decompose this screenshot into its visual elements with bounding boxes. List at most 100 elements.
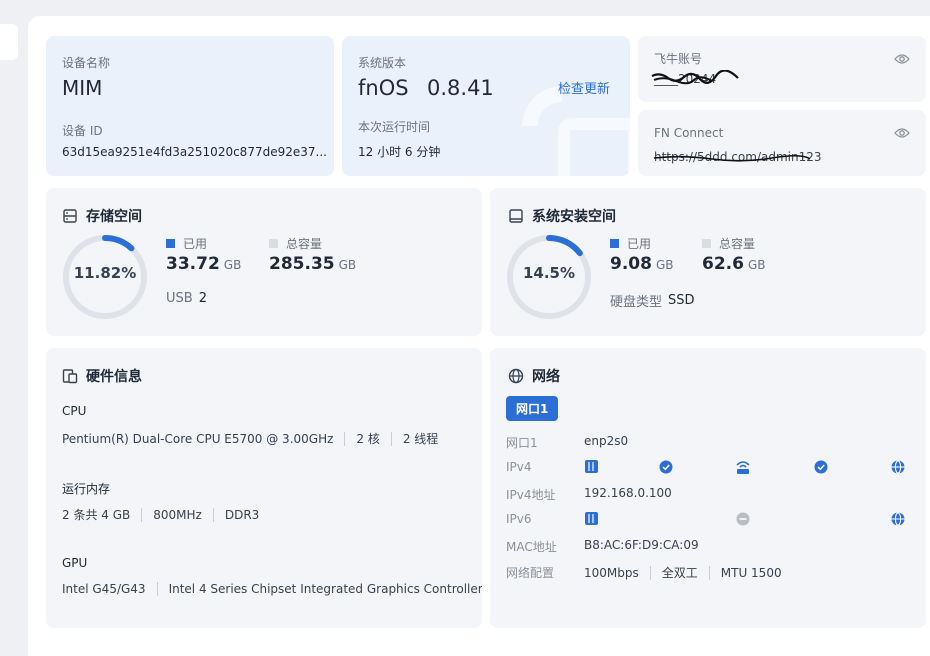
- divider: [156, 582, 158, 596]
- device-card: 设备名称 MIM 设备 ID 63d15ea9251e4fd3a251020c8…: [46, 36, 334, 176]
- gpu-label: GPU: [62, 556, 88, 570]
- nas-icon: [585, 460, 598, 473]
- system-version-label: 系统版本: [358, 56, 407, 70]
- ipv6-label: IPv6: [506, 512, 532, 526]
- cpu-label: CPU: [62, 404, 87, 418]
- globe-icon: [891, 460, 905, 474]
- divider: [708, 565, 710, 580]
- eye-icon[interactable]: [894, 53, 910, 65]
- fn-connect-label: FN Connect: [654, 126, 724, 140]
- link-speed: 100Mbps: [584, 565, 639, 580]
- account-label: 飞牛账号: [654, 52, 703, 66]
- system-storage-percent: 14.5%: [522, 264, 576, 282]
- gpu-details: Intel G45/G43 Intel 4 Series Chipset Int…: [62, 582, 482, 596]
- eye-icon[interactable]: [894, 127, 910, 139]
- system-storage-used-legend: 已用: [610, 235, 651, 252]
- ipv4-address-value: 192.168.0.100: [584, 486, 672, 500]
- uptime-label: 本次运行时间: [358, 120, 431, 134]
- tab-port-1[interactable]: 网口1: [506, 396, 559, 421]
- divider: [649, 565, 651, 580]
- used-color-swatch: [610, 239, 619, 248]
- hardware-icon: [62, 369, 78, 384]
- storage-card: 存储空间 11.82% 已用 33.72 GB 总容量 285.35 GB USB …: [46, 188, 482, 336]
- account-card: 飞牛账号 ____20244: [638, 36, 926, 102]
- total-color-swatch: [702, 239, 711, 248]
- router-icon: [736, 461, 750, 474]
- mac-value: B8:AC:6F:D9:CA:09: [584, 538, 699, 552]
- os-version: 0.8.41: [427, 76, 494, 100]
- storage-total-legend: 总容量: [269, 235, 322, 252]
- storage-percent: 11.82%: [73, 264, 137, 282]
- system-storage-total-legend: 总容量: [702, 235, 755, 252]
- check-icon: [814, 460, 828, 474]
- left-sidebar-tab[interactable]: [0, 24, 18, 60]
- ipv4-topology: [585, 460, 905, 474]
- hardware-title-text: 硬件信息: [86, 369, 142, 385]
- disk-icon: [509, 209, 523, 223]
- device-id: 63d15ea9251e4fd3a251020c877de92e37...: [62, 145, 327, 159]
- gpu-description: Intel 4 Series Chipset Integrated Graphi…: [168, 582, 482, 596]
- ipv4-address-label: IPv4地址: [506, 488, 556, 502]
- storage-used-legend: 已用: [166, 235, 207, 252]
- system-storage-card: 系统安装空间 14.5% 已用 9.08 GB 总容量 62.6 GB 硬盘类型 S…: [490, 188, 926, 336]
- network-config-label: 网络配置: [506, 566, 555, 580]
- cpu-details: Pentium(R) Dual-Core CPU E5700 @ 3.00GHz…: [62, 430, 438, 447]
- fn-connect-card: FN Connect https://5ddd.com/admin123: [638, 110, 926, 176]
- cpu-threads: 2 线程: [402, 432, 439, 446]
- disk-type: 硬盘类型 SSD: [610, 293, 695, 310]
- globe-icon: [508, 368, 524, 384]
- divider: [390, 431, 392, 446]
- port-label: 网口1: [506, 436, 538, 450]
- hardware-title: 硬件信息: [62, 366, 142, 386]
- storage-ring: 11.82%: [60, 232, 150, 322]
- device-name: MIM: [62, 76, 103, 100]
- system-storage-title-text: 系统安装空间: [532, 209, 616, 225]
- uptime-value: 12 小时 6 分钟: [358, 145, 441, 159]
- duplex-mode: 全双工: [661, 566, 698, 580]
- account-redaction: [651, 70, 739, 85]
- divider: [344, 431, 346, 446]
- network-config-value: 100Mbps 全双工 MTU 1500: [584, 564, 782, 581]
- globe-icon: [891, 512, 905, 526]
- port-value: enp2s0: [584, 434, 629, 448]
- system-storage-total-value: 62.6 GB: [702, 254, 766, 274]
- system-storage-title: 系统安装空间: [508, 206, 616, 226]
- system-storage-used-value: 9.08 GB: [610, 254, 674, 274]
- system-version-card: 系统版本 fnOS 0.8.41 检查更新 本次运行时间 12 小时 6 分钟: [342, 36, 630, 176]
- storage-title: 存储空间: [62, 206, 142, 226]
- check-icon: [659, 460, 673, 474]
- ipv6-topology: [585, 512, 905, 526]
- storage-icon: [63, 209, 77, 223]
- cpu-cores: 2 核: [356, 432, 380, 446]
- memory-type: DDR3: [224, 507, 260, 522]
- mtu-value: MTU 1500: [720, 565, 782, 580]
- storage-total-label: 总容量: [286, 237, 323, 251]
- check-update-link[interactable]: 检查更新: [558, 78, 610, 97]
- system-storage-ring: 14.5%: [504, 232, 594, 322]
- usb-count: USB 2: [166, 291, 207, 306]
- cpu-model: Pentium(R) Dual-Core CPU E5700 @ 3.00GHz: [62, 431, 334, 446]
- network-title: 网络: [508, 366, 560, 386]
- system-storage-used-label: 已用: [627, 237, 652, 251]
- system-storage-total-label: 总容量: [719, 237, 756, 251]
- network-card: 网络 网口1 网口1 enp2s0 IPv4 IPv4地址 192.168.0.…: [490, 348, 926, 628]
- hardware-card: 硬件信息 CPU Pentium(R) Dual-Core CPU E5700 …: [46, 348, 482, 628]
- storage-total-value: 285.35 GB: [269, 254, 357, 274]
- memory-details: 2 条共 4 GB 800MHz DDR3: [62, 506, 259, 523]
- device-id-label: 设备 ID: [62, 124, 103, 138]
- memory-sticks: 2 条共 4 GB: [62, 508, 131, 522]
- storage-title-text: 存储空间: [86, 209, 142, 225]
- nas-icon: [585, 512, 598, 525]
- used-color-swatch: [166, 239, 175, 248]
- total-color-swatch: [269, 239, 278, 248]
- gpu-model: Intel G45/G43: [62, 582, 146, 596]
- fn-connect-redaction: [653, 154, 811, 162]
- device-name-label: 设备名称: [62, 56, 111, 70]
- os-name: fnOS: [358, 76, 409, 100]
- network-title-text: 网络: [532, 369, 560, 385]
- ipv4-label: IPv4: [506, 460, 532, 474]
- storage-used-label: 已用: [183, 237, 208, 251]
- divider: [212, 507, 214, 522]
- memory-frequency: 800MHz: [153, 507, 202, 522]
- mac-label: MAC地址: [506, 540, 557, 554]
